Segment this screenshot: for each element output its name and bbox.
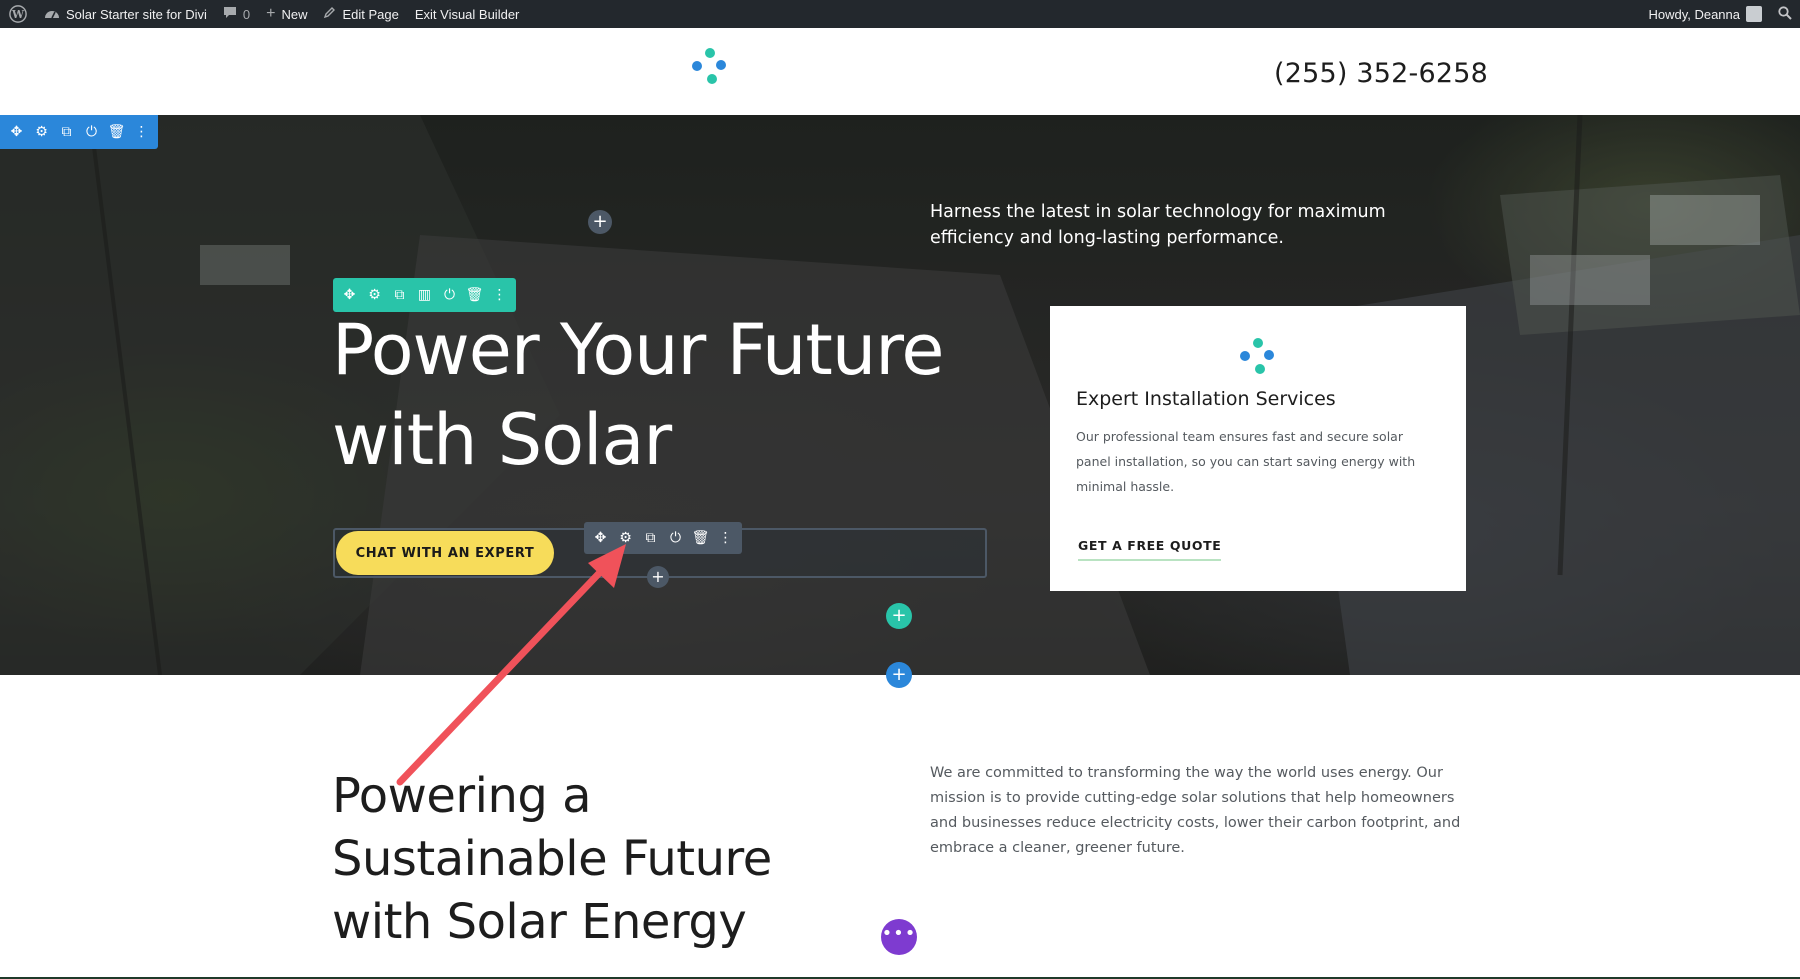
exit-builder-label: Exit Visual Builder [414,6,520,22]
exit-visual-builder-link[interactable]: Exit Visual Builder [407,0,528,28]
settings-gear-icon[interactable]: ⚙ [362,279,387,311]
comments-count: 0 [242,6,251,22]
module-toolbar: ✥ ⚙ ⧉ ⏻ 🗑 ⋮ [584,522,742,554]
move-icon[interactable]: ✥ [337,279,362,311]
comment-bubble-icon [223,6,237,22]
add-section-button[interactable]: + [886,662,912,688]
mission-title: Powering a Sustainable Future with Solar… [332,765,832,954]
delete-trash-icon[interactable]: 🗑 [688,522,713,554]
wp-admin-bar: W Solar Starter site for Divi 0 + New Ed… [0,0,1800,28]
add-row-below-button[interactable]: + [886,603,912,629]
duplicate-icon[interactable]: ⧉ [54,116,79,148]
save-to-library-icon[interactable]: ⏻ [663,522,688,554]
save-to-library-icon[interactable]: ⏻ [437,279,462,311]
hero-section: ✥ ⚙ ⧉ ⏻ 🗑 ⋮ + Harness the latest in sola… [0,115,1800,675]
delete-trash-icon[interactable]: 🗑 [462,279,487,311]
hero-title: Power Your Future with Solar [332,305,952,485]
mission-section: Powering a Sustainable Future with Solar… [0,675,1800,979]
card-logo-icon [1238,338,1278,378]
comments-link[interactable]: 0 [215,0,258,28]
save-to-library-icon[interactable]: ⏻ [79,116,104,148]
header-phone-number[interactable]: (255) 352-6258 [1274,58,1488,89]
hero-tagline: Harness the latest in solar technology f… [930,202,1386,248]
move-icon[interactable]: ✥ [588,522,613,554]
card-description: Our professional team ensures fast and s… [1076,429,1416,494]
svg-text:W: W [11,8,25,21]
duplicate-icon[interactable]: ⧉ [387,279,412,311]
settings-gear-icon[interactable]: ⚙ [29,116,54,148]
mission-title-line-2: Sustainable Future [332,831,772,887]
dashboard-icon [44,6,60,23]
avatar [1746,6,1762,22]
hero-title-line-1: Power Your Future [332,309,944,391]
move-icon[interactable]: ✥ [4,116,29,148]
section-toolbar: ✥ ⚙ ⧉ ⏻ 🗑 ⋮ [0,115,158,149]
site-name-label: Solar Starter site for Divi [66,6,207,22]
builder-page-settings-button[interactable]: ••• [881,919,917,955]
more-options-icon[interactable]: ⋮ [713,522,738,554]
more-options-icon[interactable]: ⋮ [487,279,512,311]
mission-text: We are committed to transforming the way… [930,765,1461,856]
edit-page-link[interactable]: Edit Page [315,0,406,28]
add-module-button[interactable]: + [647,566,669,588]
delete-trash-icon[interactable]: 🗑 [104,116,129,148]
admin-search-button[interactable] [1770,0,1800,28]
new-label: New [281,6,308,22]
more-options-icon[interactable]: ⋮ [129,116,154,148]
site-logo-icon[interactable] [690,48,730,88]
row-toolbar: ✥ ⚙ ⧉ ▥ ⏻ 🗑 ⋮ [333,278,516,312]
wordpress-logo-icon[interactable]: W [0,0,36,28]
my-account-menu[interactable]: Howdy, Deanna [1640,0,1770,28]
get-free-quote-link[interactable]: GET A FREE QUOTE [1078,538,1222,561]
pencil-icon [323,6,336,22]
card-title: Expert Installation Services [1076,388,1336,410]
service-card: Expert Installation Services Our profess… [1050,306,1466,591]
duplicate-icon[interactable]: ⧉ [638,522,663,554]
settings-gear-icon[interactable]: ⚙ [613,522,638,554]
hero-title-line-2: with Solar [332,399,672,481]
add-row-button[interactable]: + [588,210,612,234]
mission-title-line-1: Powering a [332,768,592,824]
new-content-menu[interactable]: + New [258,0,315,28]
site-header: (255) 352-6258 [0,28,1800,115]
site-name-link[interactable]: Solar Starter site for Divi [36,0,215,28]
edit-page-label: Edit Page [342,6,399,22]
columns-icon[interactable]: ▥ [412,279,437,311]
search-icon [1778,5,1792,23]
mission-title-line-3: with Solar Energy [332,894,747,950]
plus-icon: + [266,5,276,22]
greeting-label: Howdy, Deanna [1648,6,1740,22]
chat-with-expert-button[interactable]: CHAT WITH AN EXPERT [336,531,554,575]
